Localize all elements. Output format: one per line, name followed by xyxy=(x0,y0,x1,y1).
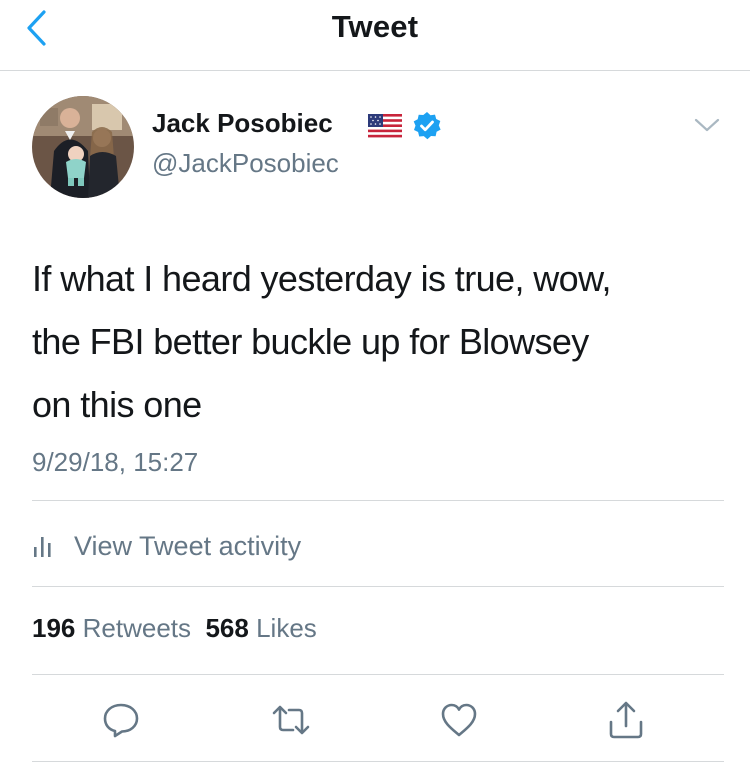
engagement-stats: 196 Retweets 568 Likes xyxy=(32,613,317,644)
divider xyxy=(32,674,724,675)
retweets-label: Retweets xyxy=(82,613,192,643)
divider xyxy=(32,761,724,762)
likes-label: Likes xyxy=(256,613,317,643)
reply-icon[interactable] xyxy=(101,700,141,740)
divider xyxy=(32,586,724,587)
retweets-count: 196 xyxy=(32,613,76,643)
tweet-text-line: the FBI better buckle up for Blowsey xyxy=(32,321,589,362)
tweet-timestamp: 9/29/18, 15:27 xyxy=(32,447,199,477)
header-bar: Tweet xyxy=(0,0,750,71)
us-flag-icon xyxy=(368,114,402,138)
tweet-text-line: on this one xyxy=(32,384,202,425)
like-icon[interactable] xyxy=(439,700,479,740)
view-tweet-activity-label: View Tweet activity xyxy=(74,530,302,561)
share-icon[interactable] xyxy=(606,700,646,740)
view-tweet-activity-button[interactable]: View Tweet activity xyxy=(32,526,301,566)
verified-badge-icon xyxy=(413,112,441,140)
likes-count: 568 xyxy=(205,613,249,643)
tweet-text: If what I heard yesterday is true, wow, … xyxy=(32,247,722,436)
bar-chart-icon xyxy=(34,537,51,557)
tweet-text-line: If what I heard yesterday is true, wow, xyxy=(32,258,611,299)
chevron-down-icon[interactable] xyxy=(693,115,721,135)
page-title: Tweet xyxy=(331,9,419,44)
retweet-icon[interactable] xyxy=(271,700,311,740)
likes-stat[interactable]: 568 Likes xyxy=(205,613,316,643)
retweets-stat[interactable]: 196 Retweets xyxy=(32,613,191,643)
author-name[interactable]: Jack Posobiec xyxy=(152,108,333,139)
author-handle[interactable]: @JackPosobiec xyxy=(152,148,339,179)
divider xyxy=(32,500,724,501)
author-avatar[interactable] xyxy=(32,96,134,198)
